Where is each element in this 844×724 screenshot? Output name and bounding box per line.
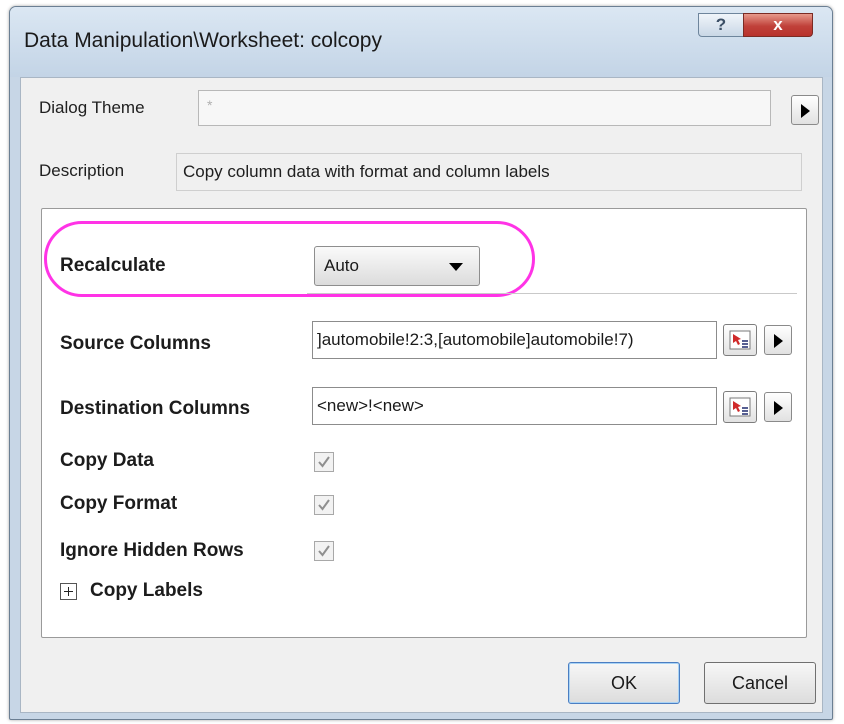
close-button[interactable]: x [743,13,813,37]
title-bar[interactable]: Data Manipulation\Worksheet: colcopy ? x [10,7,832,77]
description-label: Description [39,161,125,180]
window-title: Data Manipulation\Worksheet: colcopy [24,29,382,52]
triangle-right-icon [774,334,783,348]
dialog-theme-label: Dialog Theme [39,98,145,117]
copy-labels-expand-icon[interactable] [60,583,77,600]
dialog-body: Dialog Theme * Description Copy column d… [20,77,823,713]
source-columns-pick-button[interactable] [723,324,757,356]
settings-panel: Recalculate Auto Source Columns ]automob… [41,208,807,638]
select-range-icon [729,397,751,417]
checkmark-icon [318,545,330,557]
triangle-right-icon [801,104,810,118]
destination-columns-pick-button[interactable] [723,391,757,423]
copy-format-label: Copy Format [60,493,178,514]
checkmark-icon [318,499,330,511]
source-columns-input[interactable]: ]automobile!2:3,[automobile]automobile!7… [312,321,717,359]
copy-data-checkbox[interactable] [314,452,334,472]
copy-data-label: Copy Data [60,450,154,471]
description-text: Copy column data with format and column … [176,153,802,191]
cancel-button[interactable]: Cancel [704,662,816,704]
source-columns-menu-button[interactable] [764,325,792,355]
ignore-hidden-rows-checkbox[interactable] [314,541,334,561]
copy-labels-label[interactable]: Copy Labels [90,580,203,602]
checkmark-icon [318,456,330,468]
ignore-hidden-rows-label: Ignore Hidden Rows [60,540,244,561]
dialog-theme-combo[interactable]: * [198,90,771,126]
destination-columns-label: Destination Columns [60,398,251,419]
ok-button[interactable]: OK [568,662,680,704]
highlight-annotation [44,221,535,297]
dialog-window: Data Manipulation\Worksheet: colcopy ? x… [9,6,833,720]
destination-columns-input[interactable]: <new>!<new> [312,387,717,425]
copy-format-checkbox[interactable] [314,495,334,515]
theme-menu-button[interactable] [791,95,819,125]
select-range-icon [729,330,751,350]
source-columns-label: Source Columns [60,333,211,354]
triangle-right-icon [774,401,783,415]
dialog-theme-value: * [207,97,213,113]
help-button[interactable]: ? [698,13,744,37]
destination-columns-menu-button[interactable] [764,392,792,422]
section-divider [307,293,797,294]
